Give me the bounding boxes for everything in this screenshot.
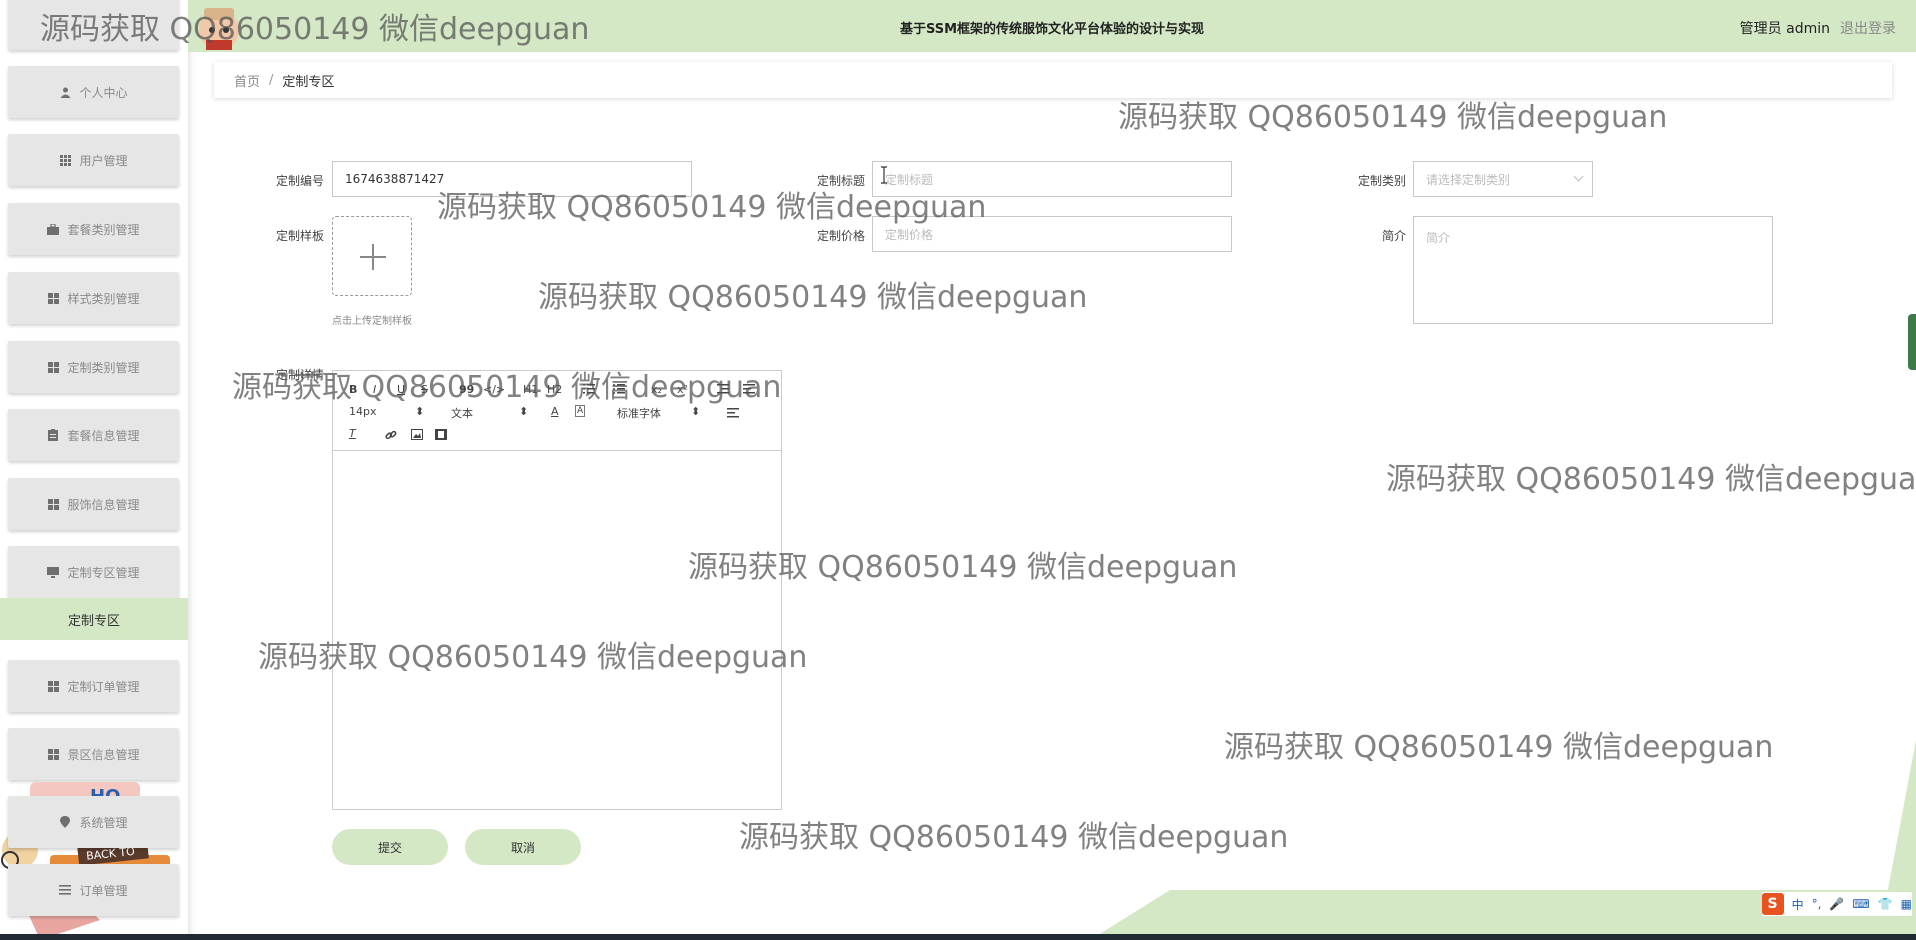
sidebar-item-style-category[interactable]: 样式类别管理: [8, 272, 179, 324]
breadcrumb-home[interactable]: 首页: [234, 71, 260, 90]
align-icon[interactable]: [727, 408, 739, 418]
breadcrumb-current: 定制专区: [282, 74, 335, 90]
sidebar-item-label: 套餐类别管理: [67, 222, 140, 237]
submit-button[interactable]: 提交: [332, 829, 448, 865]
sidebar-item-label: 定制类别管理: [67, 360, 140, 375]
sidebar-item-label: 样式类别管理: [67, 291, 140, 306]
watermark: 源码获取 QQ86050149 微信deepguan: [739, 820, 1289, 855]
apps-grid-icon[interactable]: ▦: [1901, 897, 1912, 911]
custom-category-label: 定制类别: [1357, 174, 1406, 188]
chevron-updown-icon: ⬍: [691, 405, 701, 418]
image-icon[interactable]: [411, 429, 423, 440]
grid-icon: [47, 498, 59, 510]
sidebar-item-custom-category[interactable]: 定制类别管理: [8, 341, 179, 393]
sidebar-item-label: 服饰信息管理: [67, 497, 140, 512]
cancel-button[interactable]: 取消: [465, 829, 581, 865]
grid-icon: [47, 292, 59, 304]
sidebar-subitem-custom-zone[interactable]: 定制专区: [0, 598, 188, 640]
microphone-icon[interactable]: 🎤: [1829, 897, 1844, 911]
custom-category-placeholder: 请选择定制类别: [1426, 172, 1511, 187]
font-family-select[interactable]: 标准字体: [617, 405, 661, 421]
clear-format-icon[interactable]: T: [349, 427, 356, 440]
grid-icon: [47, 680, 59, 692]
watermark: 源码获取 QQ86050149 微信deepguan: [1386, 462, 1916, 497]
intro-textarea[interactable]: 简介: [1413, 216, 1773, 324]
watermark: 源码获取 QQ86050149 微信deepguan: [40, 12, 590, 47]
shirt-icon[interactable]: 👕: [1878, 897, 1893, 911]
grid-icon: [59, 154, 71, 166]
list-icon: [59, 884, 72, 896]
custom-category-select[interactable]: 请选择定制类别: [1413, 161, 1593, 197]
sidebar: 个人中心 用户管理 套餐类别管理 样式类别管理 定制类别管理 套餐信息管理 服饰…: [0, 0, 188, 940]
decorative-shape: [1886, 740, 1916, 900]
watermark: 源码获取 QQ86050149 微信deepguan: [258, 640, 808, 675]
sidebar-item-clothing-info[interactable]: 服饰信息管理: [8, 478, 179, 530]
person-icon: [59, 86, 71, 98]
sidebar-item-package-info[interactable]: 套餐信息管理: [8, 409, 179, 461]
watermark: 源码获取 QQ86050149 微信deepguan: [437, 190, 987, 225]
sidebar-item-label: 订单管理: [79, 883, 128, 898]
grid-icon: [47, 748, 59, 760]
scroll-handle[interactable]: [1908, 314, 1916, 370]
sidebar-item-label: 景区信息管理: [67, 747, 140, 762]
taskbar: [0, 934, 1916, 940]
watermark: 源码获取 QQ86050149 微信deepguan: [1224, 730, 1774, 765]
custom-number-label: 定制编号: [275, 174, 324, 188]
font-size-select[interactable]: 14px: [349, 405, 377, 418]
rich-text-editor: B I U S 99 </> H1 H2 x₂ x² 14px ⬍ 文本 ⬍ A…: [332, 370, 782, 810]
sidebar-item-custom-zone[interactable]: 定制专区管理: [8, 546, 179, 598]
sidebar-item-custom-orders[interactable]: 定制订单管理: [8, 660, 179, 712]
custom-sample-label: 定制样板: [275, 229, 324, 243]
breadcrumb-separator: /: [269, 72, 274, 88]
ime-toolbar[interactable]: S 中 °, 🎤 ⌨ 👕 ▦: [1761, 892, 1912, 916]
sidebar-item-label: 定制订单管理: [67, 679, 140, 694]
font-color-icon[interactable]: A: [551, 405, 559, 418]
sidebar-item-package-category[interactable]: 套餐类别管理: [8, 203, 179, 255]
ime-logo: S: [1761, 893, 1784, 915]
sidebar-item-label: 套餐信息管理: [67, 428, 140, 443]
briefcase-icon: [47, 223, 60, 235]
background-color-icon[interactable]: A: [575, 405, 586, 417]
clipboard-icon: [47, 429, 59, 441]
current-user: 管理员 admin: [1739, 21, 1830, 37]
paragraph-select[interactable]: 文本: [451, 405, 473, 421]
watermark: 源码获取 QQ86050149 微信deepguan: [232, 370, 782, 405]
punctuation-icon[interactable]: °,: [1812, 897, 1822, 911]
logout-link[interactable]: 退出登录: [1840, 18, 1896, 38]
link-icon[interactable]: [385, 429, 397, 441]
chevron-down-icon: [1573, 171, 1584, 182]
upload-tip: 点击上传定制样板: [332, 316, 412, 327]
intro-label: 简介: [1381, 229, 1406, 243]
sidebar-item-label: 用户管理: [79, 153, 128, 168]
keyboard-icon[interactable]: ⌨: [1852, 897, 1869, 911]
chevron-updown-icon: ⬍: [415, 405, 425, 418]
watermark: 源码获取 QQ86050149 微信deepguan: [1118, 100, 1668, 135]
sample-upload-button[interactable]: [332, 216, 412, 296]
sidebar-item-label: 定制专区管理: [67, 565, 140, 580]
location-icon: [59, 816, 71, 828]
sidebar-item-personal-center[interactable]: 个人中心: [8, 66, 179, 118]
sidebar-item-label: 个人中心: [79, 85, 128, 100]
sidebar-item-system[interactable]: 系统管理: [8, 796, 179, 848]
custom-price-label: 定制价格: [816, 229, 865, 243]
monitor-icon: [47, 566, 60, 578]
grid-icon: [47, 361, 59, 373]
ime-language[interactable]: 中: [1792, 896, 1804, 913]
watermark: 源码获取 QQ86050149 微信deepguan: [538, 280, 1088, 315]
sidebar-item-orders[interactable]: 订单管理: [8, 864, 179, 916]
sidebar-item-label: 系统管理: [79, 815, 128, 830]
chevron-updown-icon: ⬍: [519, 405, 529, 418]
watermark: 源码获取 QQ86050149 微信deepguan: [688, 550, 1238, 585]
video-icon[interactable]: [435, 429, 447, 440]
sidebar-item-scenic-info[interactable]: 景区信息管理: [8, 728, 179, 780]
sidebar-item-users[interactable]: 用户管理: [8, 134, 179, 186]
